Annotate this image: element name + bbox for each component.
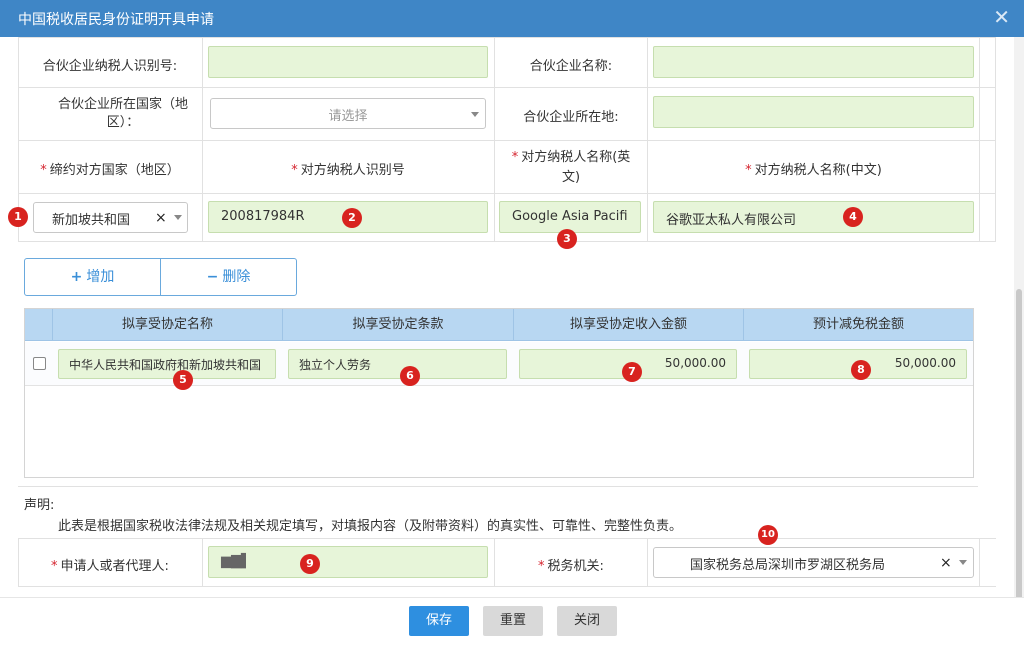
annotation-badge-5: 5 [173, 370, 193, 390]
chevron-down-icon [959, 560, 967, 565]
dialog-title: 中国税收居民身份证明开具申请 [18, 12, 214, 28]
col-agreement-clause: 拟享受协定条款 [282, 309, 513, 341]
scrollbar[interactable] [1014, 37, 1024, 619]
partner-location-label: 合伙企业所在地: [523, 110, 619, 125]
applicant-label: * 申请人或者代理人: [51, 559, 169, 574]
annotation-badge-1: 1 [8, 207, 28, 227]
declaration-text: 此表是根据国家税收法律法规及相关规定填写，对填报内容（及附带资料）的真实性、可靠… [58, 519, 683, 534]
agreement-table: 拟享受协定名称 拟享受协定条款 拟享受协定收入金额 预计减免税金额 中华人民共和… [24, 308, 974, 478]
annotation-badge-6: 6 [400, 366, 420, 386]
partner-country-label-line1: 合伙企业所在国家（地 [57, 97, 188, 112]
tax-office-value: 国家税务总局深圳市罗湖区税务局 [690, 558, 886, 573]
partner-taxpayer-id-label: 合伙企业纳税人识别号: [42, 59, 178, 74]
dialog-footer: 保存 重置 关闭 [0, 597, 1024, 648]
header-treaty-country: * 缔约对方国家（地区） [40, 163, 180, 178]
treaty-country-select[interactable]: 新加坡共和国 × [33, 202, 188, 233]
delete-button[interactable]: − 删除 [161, 259, 296, 295]
header-counterparty-taxpayer-id: * 对方纳税人识别号 [291, 163, 405, 178]
tax-office-label: * 税务机关: [538, 559, 604, 574]
header-counterparty-name-cn: * 对方纳税人名称(中文) [745, 163, 882, 178]
tax-office-select[interactable]: 国家税务总局深圳市罗湖区税务局 × [653, 547, 974, 578]
agreement-clause-field[interactable]: 独立个人劳务 [288, 349, 507, 379]
row-checkbox[interactable] [33, 357, 46, 370]
add-button[interactable]: + 增加 [25, 259, 160, 295]
partner-location-field[interactable] [653, 96, 974, 128]
partner-name-label: 合伙企业名称: [529, 59, 613, 74]
counterparty-name-en-field[interactable]: Google Asia Pacifi [499, 201, 641, 233]
partner-name-field[interactable] [653, 46, 974, 78]
close-button[interactable]: 关闭 [557, 606, 617, 636]
partner-taxpayer-id-field[interactable] [208, 46, 488, 78]
plus-icon: + [70, 269, 83, 285]
add-delete-buttons: + 增加 − 删除 [24, 258, 297, 296]
annotation-badge-8: 8 [851, 360, 871, 380]
partner-country-label: 合伙企业所在国家（地 区）： [44, 96, 202, 132]
minus-icon: − [206, 269, 219, 285]
clear-icon[interactable]: × [940, 555, 952, 571]
col-expected-relief: 预计减免税金额 [743, 309, 973, 341]
save-button[interactable]: 保存 [409, 606, 469, 636]
counterparty-name-cn-field[interactable]: 谷歌亚太私人有限公司 [653, 201, 974, 233]
scrollbar-thumb[interactable] [1016, 289, 1022, 619]
annotation-badge-10: 10 [758, 525, 778, 545]
annotation-badge-2: 2 [342, 208, 362, 228]
annotation-badge-7: 7 [622, 362, 642, 382]
partner-country-select[interactable]: 请选择 [210, 98, 486, 129]
reset-button[interactable]: 重置 [483, 606, 543, 636]
annotation-badge-4: 4 [843, 207, 863, 227]
annotation-badge-3: 3 [557, 229, 577, 249]
agreement-table-header: 拟享受协定名称 拟享受协定条款 拟享受协定收入金额 预计减免税金额 [25, 309, 973, 341]
chevron-down-icon [471, 112, 479, 117]
partner-country-placeholder: 请选择 [328, 109, 368, 124]
table-row: 中华人民共和国政府和新加坡共和国 独立个人劳务 50,000.00 50,000… [25, 342, 973, 386]
applicant-field[interactable]: ▆▇▌ [208, 546, 488, 578]
annotation-badge-9: 9 [300, 554, 320, 574]
col-agreement-income: 拟享受协定收入金额 [513, 309, 743, 341]
treaty-country-value: 新加坡共和国 [52, 213, 131, 228]
col-agreement-name: 拟享受协定名称 [52, 309, 282, 341]
dialog-titlebar: 中国税收居民身份证明开具申请 ✕ [0, 0, 1024, 37]
header-counterparty-name-en: * 对方纳税人名称(英 文) [511, 150, 631, 185]
close-icon[interactable]: ✕ [993, 5, 1010, 29]
chevron-down-icon [174, 215, 182, 220]
partner-country-label-line2: 区）： [106, 115, 140, 130]
agreement-name-field[interactable]: 中华人民共和国政府和新加坡共和国 [58, 349, 276, 379]
clear-icon[interactable]: × [155, 210, 167, 226]
declaration-title: 声明: [24, 498, 55, 513]
